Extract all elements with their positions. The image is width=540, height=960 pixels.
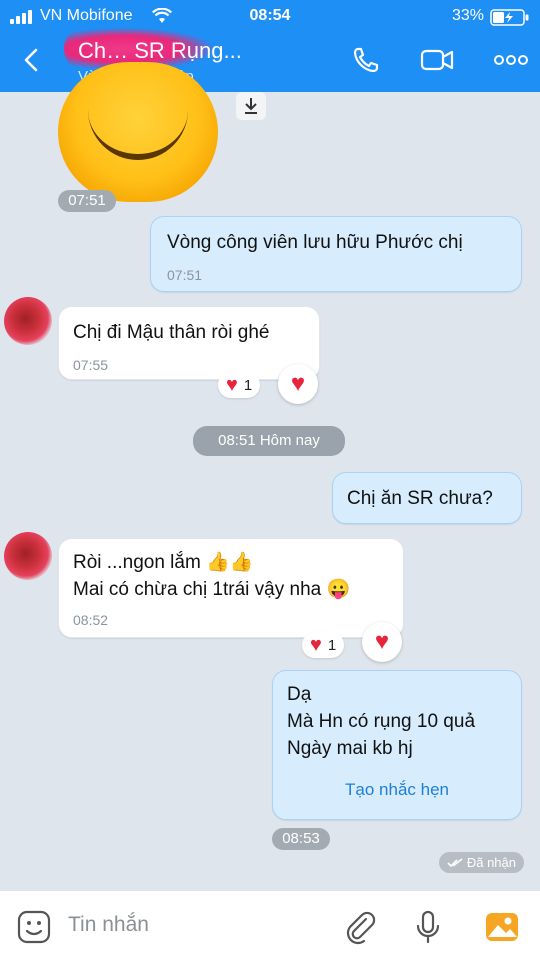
delivery-status-text: Đã nhận [466, 855, 516, 870]
heart-icon: ♥ [226, 374, 238, 396]
message-input[interactable]: Tin nhắn [68, 913, 149, 937]
status-bar: VN Mobifone 08:54 33% [0, 6, 540, 26]
smiley-sticker[interactable] [58, 62, 218, 202]
message-text-line: Ngày mai kb hj [287, 738, 413, 759]
create-reminder-link[interactable]: Tạo nhắc hẹn [287, 776, 507, 803]
input-bar: Tin nhắn [0, 890, 540, 960]
heart-icon: ♥ [290, 370, 306, 397]
gallery-icon[interactable] [484, 909, 520, 945]
video-call-icon[interactable] [420, 44, 454, 76]
message-time: 08:53 [272, 828, 330, 850]
download-icon[interactable] [236, 92, 266, 120]
reaction-count[interactable]: ♥ 1 [218, 372, 261, 398]
sticker-time: 07:51 [58, 190, 116, 212]
reaction-count[interactable]: ♥ 1 [302, 632, 345, 658]
battery-icon [490, 9, 529, 26]
attach-icon[interactable] [342, 909, 378, 945]
message-bubble-incoming[interactable]: Chị đi Mậu thân ròi ghé 07:55 [58, 306, 320, 380]
reaction-number: 1 [243, 376, 253, 394]
chat-title: Ch… SR Rụng... [78, 38, 242, 63]
message-time: 07:51 [167, 267, 203, 283]
message-bubble-outgoing[interactable]: Vòng công viên lưu hữu Phước chị 07:51 [150, 216, 522, 292]
double-check-icon [447, 857, 463, 867]
message-text: Chị đi Mậu thân ròi ghé [73, 322, 270, 343]
heart-icon: ♥ [310, 634, 322, 656]
back-icon[interactable] [18, 46, 46, 74]
battery-percent: 33% [451, 7, 484, 24]
mic-icon[interactable] [410, 909, 446, 945]
avatar[interactable] [4, 297, 52, 345]
reaction-number: 1 [327, 636, 337, 654]
more-icon[interactable] [493, 44, 529, 76]
heart-icon: ♥ [374, 628, 390, 655]
delivery-status: Đã nhận [438, 852, 524, 873]
message-text-line: Mai có chừa chị 1trái vậy nha 😛 [73, 579, 351, 600]
date-divider: 08:51 Hôm nay [193, 426, 345, 456]
message-text: Vòng công viên lưu hữu Phước chị [167, 232, 463, 253]
message-text: Chị ăn SR chưa? [347, 488, 493, 509]
chat-header: VN Mobifone 08:54 33% Ch… SR Rụng... Vừa… [0, 0, 540, 92]
react-button[interactable]: ♥ [278, 364, 318, 404]
phone-icon[interactable] [350, 44, 384, 76]
emoji-icon[interactable] [16, 909, 52, 945]
avatar[interactable] [4, 532, 52, 580]
message-text-line: Dạ [287, 684, 312, 705]
message-list[interactable]: 07:51 Vòng công viên lưu hữu Phước chị 0… [0, 62, 540, 890]
message-bubble-outgoing[interactable]: Dạ Mà Hn có rụng 10 quả Ngày mai kb hj T… [272, 670, 522, 820]
react-button[interactable]: ♥ [362, 622, 402, 662]
message-time: 08:52 [73, 612, 109, 628]
message-bubble-incoming[interactable]: Ròi ...ngon lắm 👍👍 Mai có chừa chị 1trái… [58, 538, 404, 638]
message-text-line: Ròi ...ngon lắm 👍👍 [73, 552, 254, 573]
message-bubble-outgoing[interactable]: Chị ăn SR chưa? [332, 472, 522, 524]
message-time: 07:55 [73, 357, 109, 373]
message-text-line: Mà Hn có rụng 10 quả [287, 711, 476, 732]
